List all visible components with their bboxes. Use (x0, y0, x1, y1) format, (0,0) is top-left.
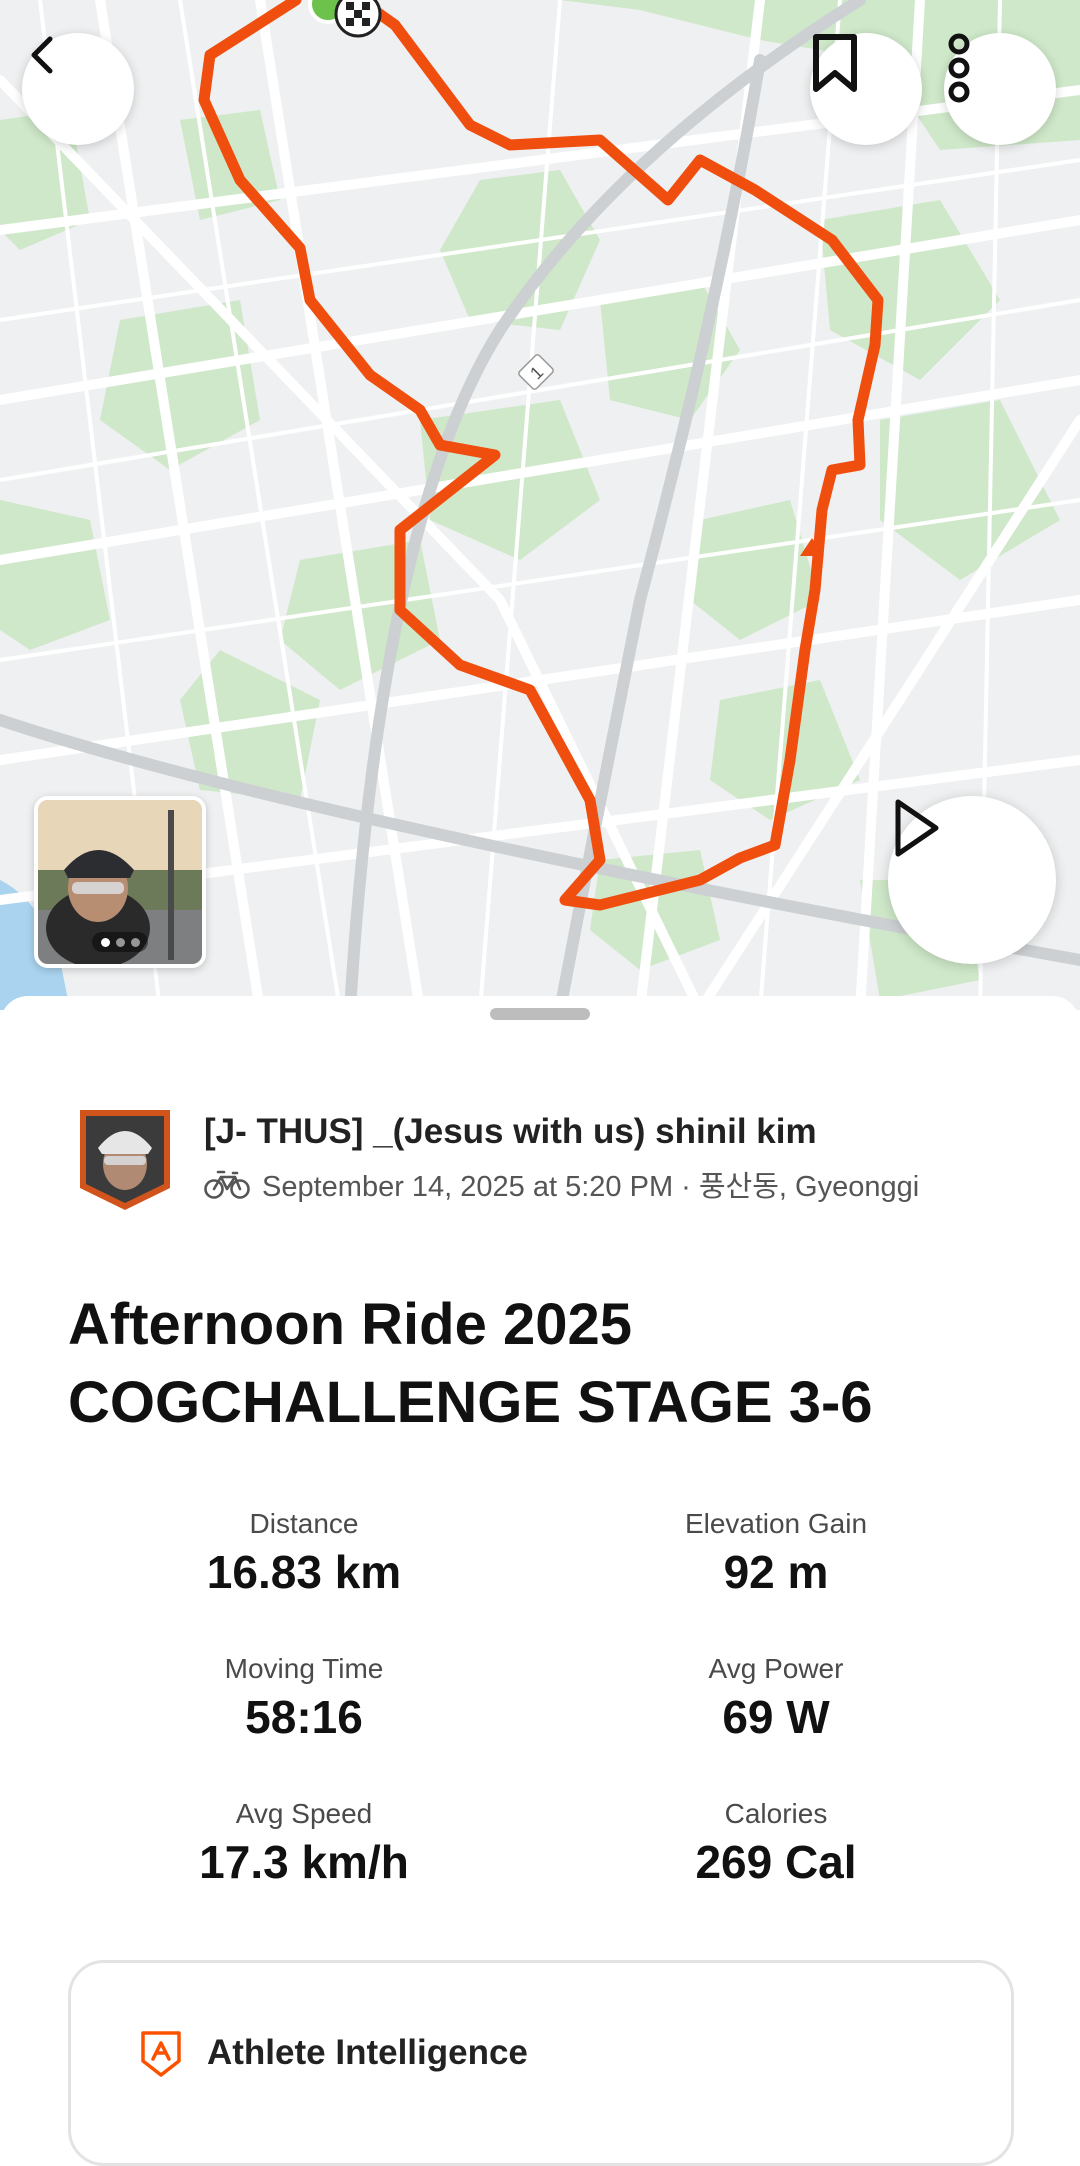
back-button[interactable] (22, 33, 134, 145)
activity-datetime-location: September 14, 2025 at 5:20 PM · 풍산동, Gye… (262, 1171, 920, 1203)
athlete-intelligence-label: Athlete Intelligence (207, 2033, 528, 2072)
finish-marker (334, 0, 382, 38)
activity-photo-thumbnail[interactable] (34, 796, 206, 968)
stat-avg-speed: Avg Speed 17.3 km/h (74, 1796, 534, 1888)
sheet-drag-handle[interactable] (490, 1008, 590, 1020)
play-icon (895, 799, 939, 857)
more-vertical-icon (948, 33, 970, 103)
athlete-avatar[interactable] (76, 1104, 174, 1214)
stat-label: Calories (724, 1798, 828, 1829)
route-map[interactable]: 1 (0, 0, 1080, 1010)
stat-label: Elevation Gain (684, 1508, 868, 1539)
more-options-button[interactable] (944, 33, 1056, 145)
stat-value: 69 W (722, 1691, 830, 1743)
stat-elevation-gain: Elevation Gain 92 m (546, 1506, 1006, 1598)
photo-pager-dots (92, 932, 148, 952)
stat-calories: Calories 269 Cal (546, 1796, 1006, 1888)
athlete-intelligence-icon (141, 2031, 181, 2077)
activity-detail-sheet: [J- THUS] _(Jesus with us) shinil kim Se… (0, 996, 1080, 2166)
stat-moving-time: Moving Time 58:16 (74, 1651, 534, 1743)
bookmark-button[interactable] (810, 33, 922, 145)
stat-avg-power: Avg Power 69 W (546, 1651, 1006, 1743)
stat-label: Moving Time (224, 1653, 384, 1684)
bicycle-icon (204, 1170, 250, 1199)
pager-dot-active (100, 937, 110, 947)
activity-title: Afternoon Ride 2025 COGCHALLENGE STAGE 3… (68, 1292, 873, 1435)
chevron-left-icon (31, 36, 53, 74)
stat-label: Distance (249, 1508, 359, 1539)
stat-distance: Distance 16.83 km (74, 1506, 534, 1598)
athlete-name[interactable]: [J- THUS] _(Jesus with us) shinil kim (204, 1112, 817, 1152)
activity-meta: September 14, 2025 at 5:20 PM · 풍산동, Gye… (204, 1164, 919, 1204)
athlete-intelligence-card[interactable]: Athlete Intelligence (68, 1960, 1014, 2166)
stat-label: Avg Power (708, 1653, 844, 1684)
pager-dot (130, 937, 140, 947)
stat-value: 17.3 km/h (199, 1836, 409, 1888)
stat-value: 269 Cal (695, 1836, 857, 1888)
stat-value: 16.83 km (206, 1546, 402, 1598)
bookmark-icon (813, 34, 857, 92)
stat-value: 58:16 (245, 1691, 363, 1743)
play-flyover-button[interactable] (888, 796, 1056, 964)
stat-value: 92 m (723, 1546, 829, 1598)
pager-dot (115, 937, 125, 947)
stat-label: Avg Speed (235, 1798, 373, 1829)
